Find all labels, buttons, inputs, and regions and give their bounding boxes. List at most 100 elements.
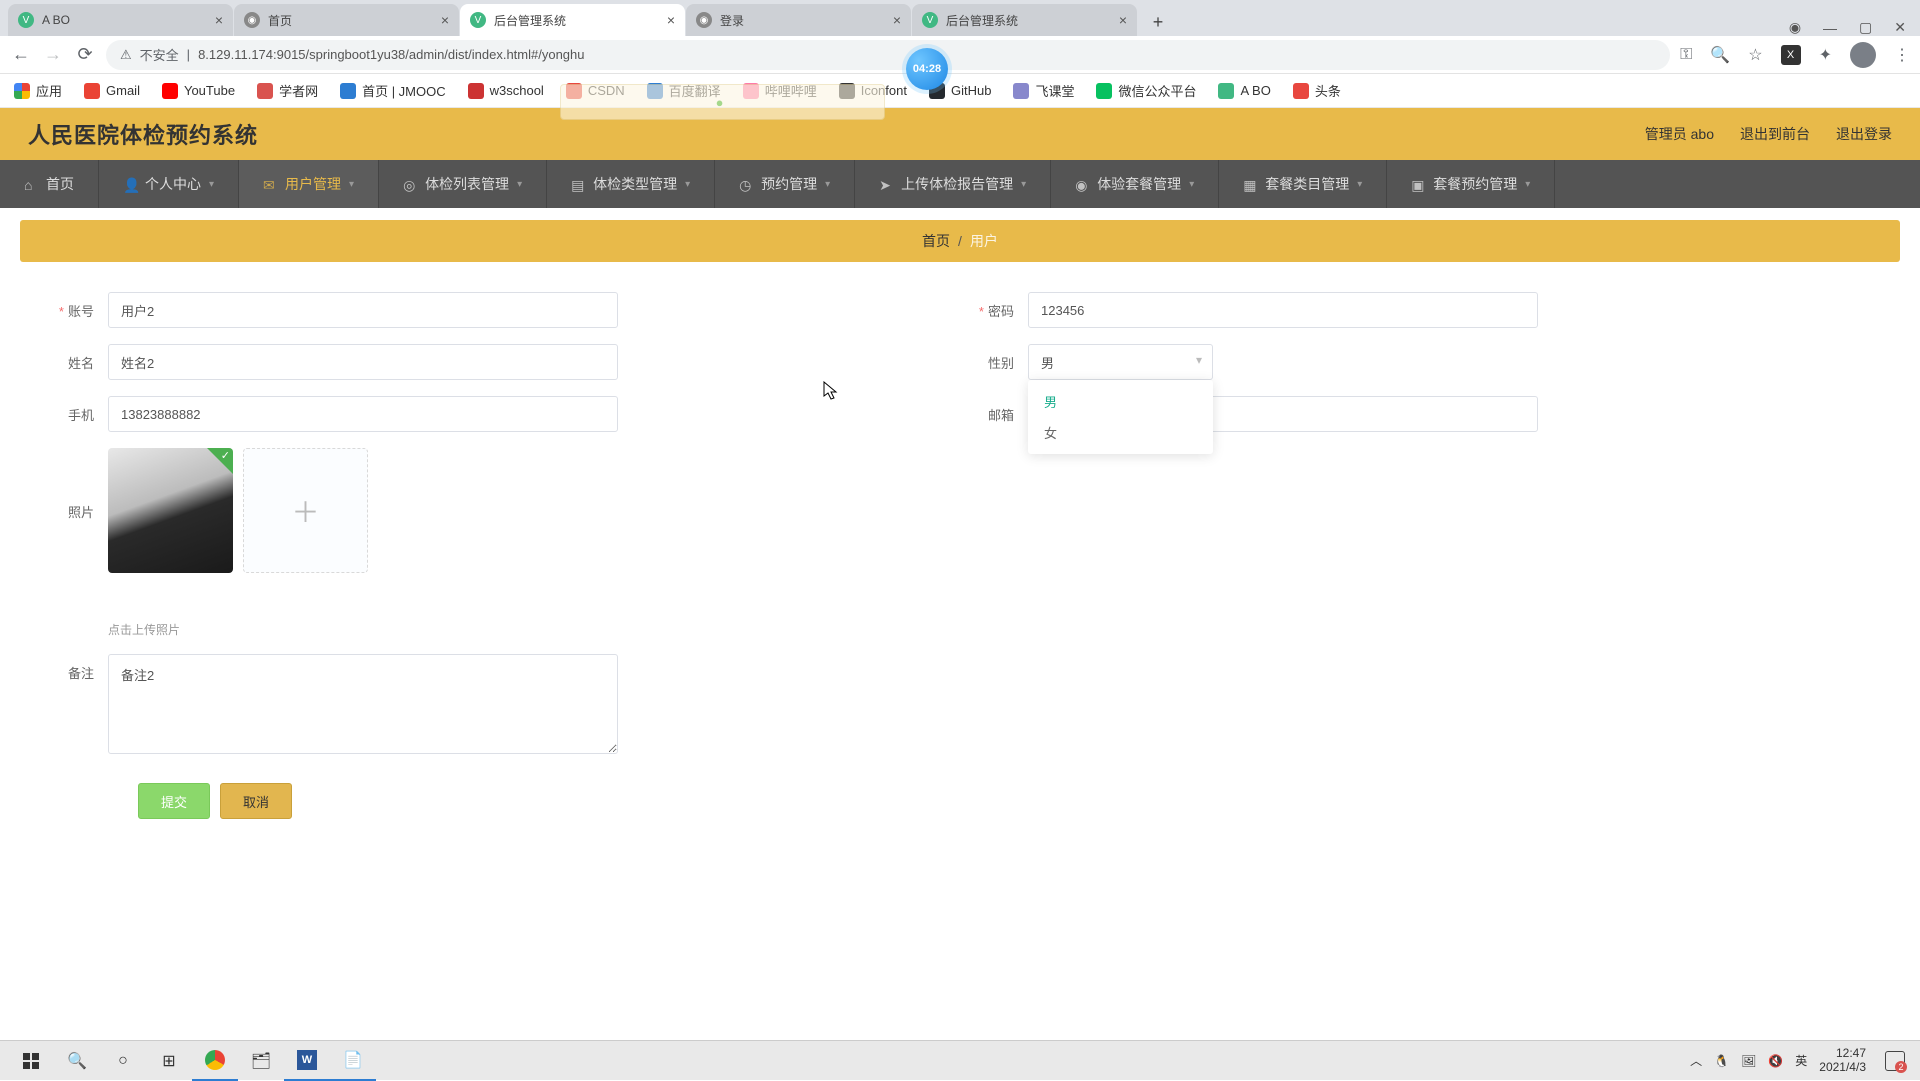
bookmark-item[interactable]: A BO — [1218, 83, 1270, 99]
account-input[interactable] — [108, 292, 618, 328]
nav-package-category[interactable]: ▦套餐类目管理▾ — [1219, 160, 1387, 208]
password-key-icon[interactable]: ⚿ — [1680, 46, 1692, 64]
tray-chevron-up-icon[interactable]: ︿ — [1690, 1052, 1702, 1069]
uploaded-photo[interactable]: ✓ — [108, 448, 233, 573]
admin-label[interactable]: 管理员 abo — [1645, 124, 1714, 144]
bookmark-item[interactable]: 微信公众平台 — [1096, 81, 1196, 100]
nav-upload-report[interactable]: ➤上传体检报告管理▾ — [855, 160, 1051, 208]
account-icon[interactable]: ◉ — [1789, 19, 1801, 36]
chevron-down-icon: ▾ — [349, 179, 354, 190]
bookmark-apps[interactable]: 应用 — [14, 81, 62, 100]
browser-tab[interactable]: V 后台管理系统 × — [912, 4, 1137, 36]
chevron-down-icon: ▾ — [209, 179, 214, 190]
file-explorer-icon[interactable]: 🗂 — [238, 1041, 284, 1081]
password-input[interactable] — [1028, 292, 1538, 328]
security-warning-icon: ⚠ — [120, 47, 132, 63]
reload-icon[interactable]: ⟳ — [74, 44, 96, 65]
nav-profile[interactable]: 👤个人中心▾ — [99, 160, 239, 208]
close-window-icon[interactable]: ✕ — [1894, 19, 1906, 36]
upload-photo-button[interactable]: ＋ — [243, 448, 368, 573]
bookmark-item[interactable]: 学者网 — [257, 81, 318, 100]
cortana-button[interactable]: ○ — [100, 1041, 146, 1081]
browser-tab[interactable]: ◉ 首页 × — [234, 4, 459, 36]
tray-app-icon[interactable]: 🐧 — [1714, 1054, 1729, 1068]
browser-tab-strip: V A BO × ◉ 首页 × V 后台管理系统 × ◉ 登录 × V 后台管理… — [0, 0, 1920, 36]
notepad-taskbar-icon[interactable]: 📄 — [330, 1041, 376, 1081]
minimize-icon[interactable]: — — [1823, 20, 1837, 36]
bookmark-item[interactable]: Gmail — [84, 83, 140, 99]
bookmark-item[interactable]: w3school — [468, 83, 544, 99]
vue-icon: V — [18, 12, 34, 28]
security-label: 不安全 — [140, 45, 179, 64]
nav-exam-list[interactable]: ◎体检列表管理▾ — [379, 160, 547, 208]
name-input[interactable] — [108, 344, 618, 380]
new-tab-button[interactable]: + — [1144, 8, 1172, 36]
profile-avatar-icon[interactable] — [1850, 42, 1876, 68]
nav-label: 个人中心 — [145, 174, 201, 194]
nav-package[interactable]: ◉体验套餐管理▾ — [1051, 160, 1219, 208]
nav-user-manage[interactable]: ✉用户管理▾ — [239, 160, 379, 208]
breadcrumb-leaf: 用户 — [970, 231, 998, 251]
browser-tab[interactable]: ◉ 登录 × — [686, 4, 911, 36]
close-icon[interactable]: × — [893, 12, 901, 28]
extension-x-icon[interactable]: X — [1781, 45, 1801, 65]
back-icon[interactable]: ← — [10, 44, 32, 65]
start-button[interactable] — [8, 1041, 54, 1081]
chrome-menu-icon[interactable]: ⋮ — [1894, 45, 1910, 65]
close-icon[interactable]: × — [1119, 12, 1127, 28]
chevron-down-icon: ▾ — [685, 179, 690, 190]
task-view-button[interactable]: ⊞ — [146, 1041, 192, 1081]
close-icon[interactable]: × — [667, 12, 675, 28]
address-bar[interactable]: ⚠ 不安全 | 8.129.11.174:9015/springboot1yu3… — [106, 40, 1670, 70]
browser-tab-active[interactable]: V 后台管理系统 × — [460, 4, 685, 36]
bookmark-item[interactable]: 首页 | JMOOC — [340, 81, 446, 100]
nav-label: 首页 — [46, 174, 74, 194]
word-taskbar-icon[interactable]: W — [284, 1041, 330, 1081]
taskbar-clock[interactable]: 12:47 2021/4/3 — [1819, 1047, 1866, 1075]
chrome-taskbar-icon[interactable] — [192, 1041, 238, 1081]
tab-title: 后台管理系统 — [494, 12, 661, 29]
bookmark-item[interactable]: 头条 — [1293, 81, 1341, 100]
phone-input[interactable] — [108, 396, 618, 432]
bookmark-item[interactable]: YouTube — [162, 83, 235, 99]
action-center-button[interactable]: 2 — [1878, 1041, 1912, 1081]
extensions-puzzle-icon[interactable]: ✦ — [1819, 45, 1832, 65]
remark-textarea[interactable]: 备注2 — [108, 654, 618, 754]
tray-volume-icon[interactable]: 🔇 — [1768, 1054, 1783, 1068]
nav-appoint[interactable]: ◷预约管理▾ — [715, 160, 855, 208]
bookmark-item[interactable]: 飞课堂 — [1013, 81, 1074, 100]
close-icon[interactable]: × — [441, 12, 449, 28]
tray-screenshot-icon[interactable]: 🖼 — [1741, 1054, 1756, 1068]
browser-toolbar: ← → ⟳ ⚠ 不安全 | 8.129.11.174:9015/springbo… — [0, 36, 1920, 74]
location-icon: ◉ — [1075, 177, 1089, 191]
check-icon: ✓ — [221, 449, 230, 462]
clock-icon: ◷ — [739, 177, 753, 191]
gender-option-male[interactable]: 男 — [1028, 386, 1213, 417]
scholar-icon — [257, 83, 273, 99]
exit-front-link[interactable]: 退出到前台 — [1740, 124, 1810, 144]
bookmark-label: Gmail — [106, 83, 140, 98]
maximize-icon[interactable]: ▢ — [1859, 19, 1872, 36]
logout-link[interactable]: 退出登录 — [1836, 124, 1892, 144]
bookmark-star-icon[interactable]: ☆ — [1748, 45, 1762, 65]
calendar-icon: ▣ — [1411, 177, 1425, 191]
nav-exam-type[interactable]: ▤体检类型管理▾ — [547, 160, 715, 208]
nav-label: 上传体检报告管理 — [901, 174, 1013, 194]
gender-select[interactable]: 男 — [1028, 344, 1213, 380]
zoom-icon[interactable]: 🔍 — [1710, 45, 1730, 65]
system-tray: ︿ 🐧 🖼 🔇 英 12:47 2021/4/3 2 — [1690, 1041, 1912, 1081]
send-icon: ➤ — [879, 177, 893, 191]
gender-option-female[interactable]: 女 — [1028, 417, 1213, 448]
breadcrumb-root[interactable]: 首页 — [922, 231, 950, 251]
nav-home[interactable]: ⌂首页 — [0, 160, 99, 208]
browser-tab[interactable]: V A BO × — [8, 4, 233, 36]
clock-time: 12:47 — [1819, 1047, 1866, 1061]
cancel-button[interactable]: 取消 — [220, 783, 292, 819]
submit-button[interactable]: 提交 — [138, 783, 210, 819]
nav-package-appoint[interactable]: ▣套餐预约管理▾ — [1387, 160, 1555, 208]
nav-label: 体检类型管理 — [593, 174, 677, 194]
forward-icon[interactable]: → — [42, 44, 64, 65]
close-icon[interactable]: × — [215, 12, 223, 28]
search-button[interactable]: 🔍 — [54, 1041, 100, 1081]
ime-indicator[interactable]: 英 — [1795, 1052, 1807, 1069]
